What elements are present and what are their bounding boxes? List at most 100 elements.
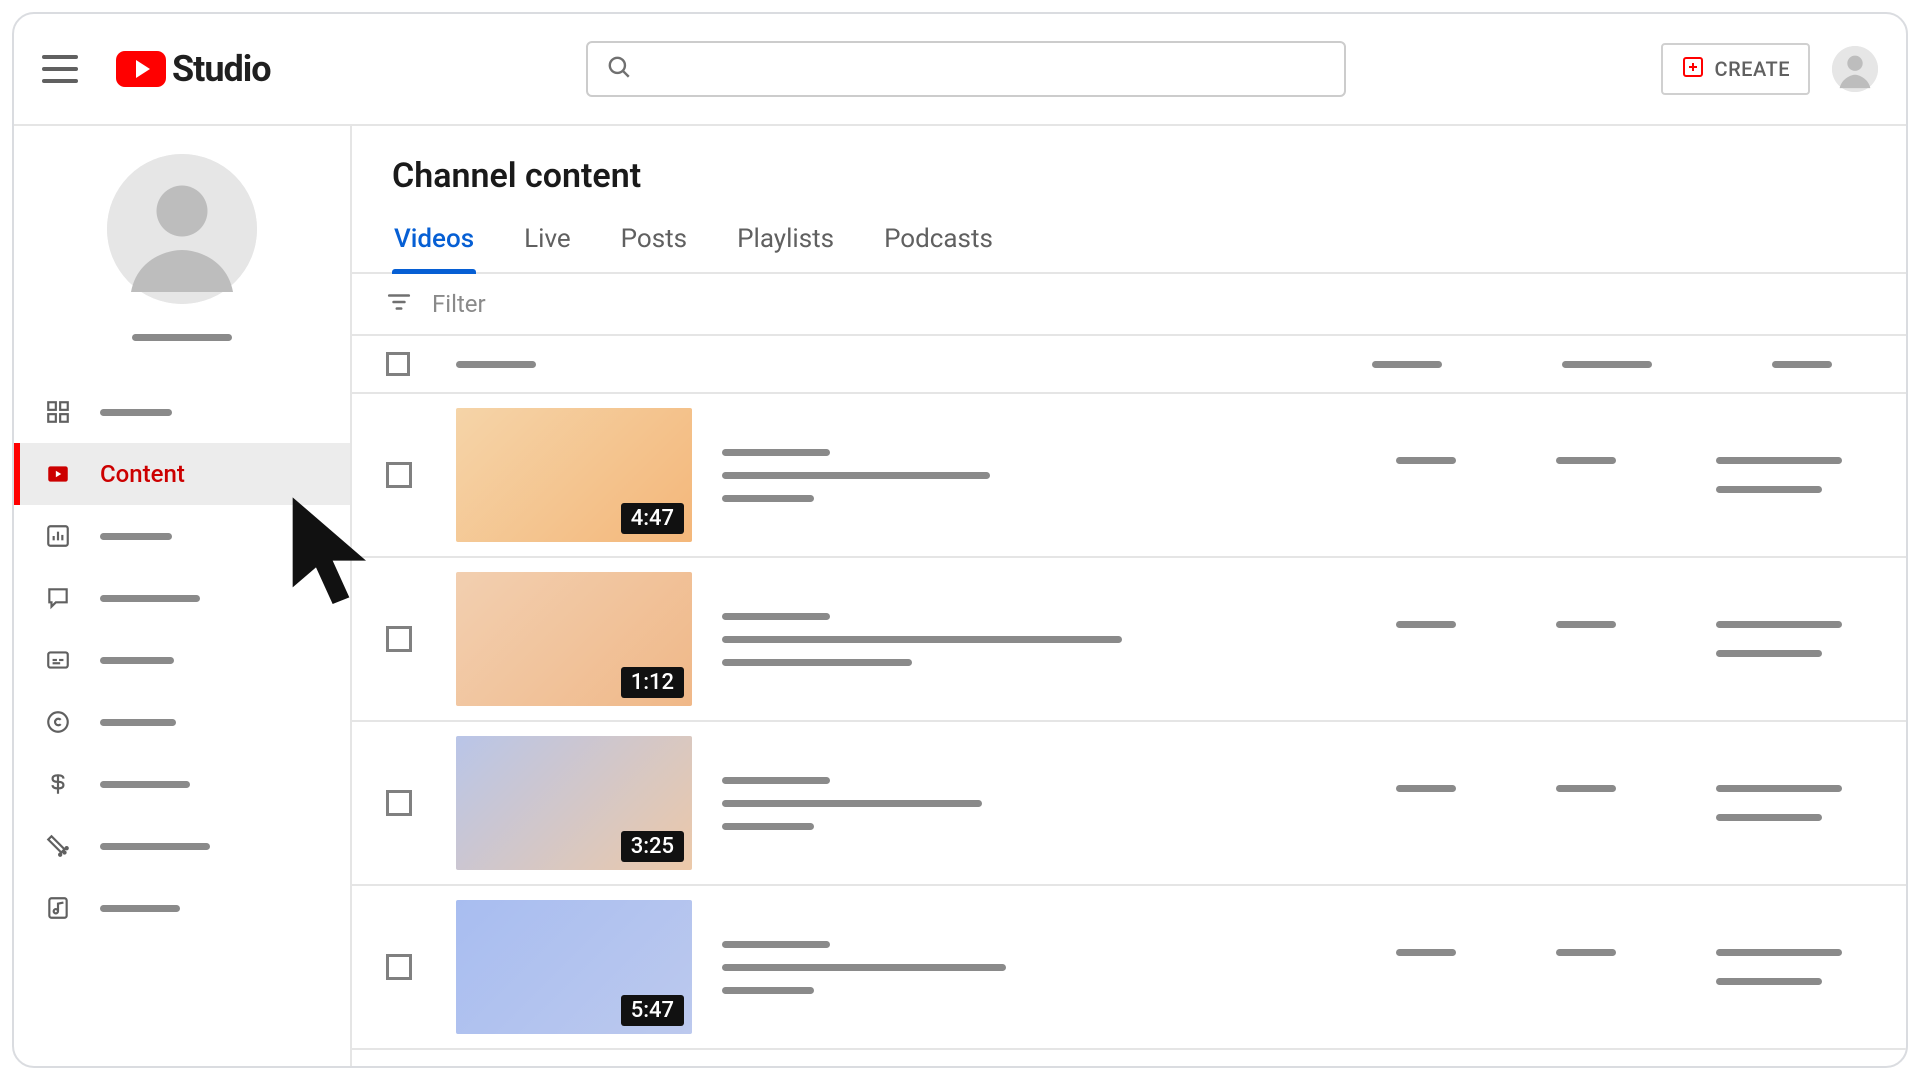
video-meta (722, 941, 1396, 994)
dashboard-icon (44, 398, 72, 426)
logo[interactable]: Studio (116, 48, 271, 90)
video-meta (722, 449, 1396, 502)
tabs: Videos Live Posts Playlists Podcasts (352, 214, 1906, 274)
column-video-header (456, 361, 536, 368)
search-box[interactable] (586, 41, 1346, 97)
video-meta (722, 777, 1396, 830)
video-duration: 3:25 (621, 831, 684, 862)
tab-live[interactable]: Live (522, 214, 573, 272)
sidebar-item-label-placeholder (100, 905, 180, 912)
header: Studio CREATE (14, 14, 1906, 126)
tab-videos[interactable]: Videos (392, 214, 476, 272)
video-thumbnail[interactable]: 3:25 (456, 736, 692, 870)
stat-placeholder (1396, 621, 1456, 628)
audio-icon (44, 894, 72, 922)
search-container (295, 41, 1637, 97)
stat-placeholder (1716, 785, 1842, 792)
column-header (1562, 361, 1652, 368)
select-all-checkbox[interactable] (386, 352, 410, 376)
sidebar-item-content[interactable]: Content (14, 443, 350, 505)
sidebar-item-dashboard[interactable] (14, 381, 350, 443)
create-icon (1681, 55, 1705, 84)
video-row[interactable]: 5:47 (352, 886, 1906, 1050)
stat-placeholder (1716, 650, 1822, 657)
sidebar-item-comments[interactable] (14, 567, 350, 629)
stat-placeholder (1716, 457, 1842, 464)
filter-row[interactable]: Filter (352, 274, 1906, 336)
create-button[interactable]: CREATE (1661, 43, 1810, 95)
sidebar-item-label-placeholder (100, 843, 210, 850)
channel-block (14, 154, 350, 381)
video-meta (722, 613, 1396, 666)
sidebar-item-label-placeholder (100, 533, 172, 540)
video-thumbnail[interactable]: 5:47 (456, 900, 692, 1034)
stat-placeholder (1556, 785, 1616, 792)
search-input[interactable] (646, 58, 1326, 81)
filter-icon (386, 289, 412, 319)
row-checkbox[interactable] (386, 462, 412, 488)
table-header (352, 336, 1906, 394)
sidebar: Content (14, 126, 352, 1066)
copyright-icon (44, 708, 72, 736)
subtitles-icon (44, 646, 72, 674)
stat-placeholder (1556, 457, 1616, 464)
main: Channel content VideosLivePostsPlaylists… (352, 126, 1906, 1066)
video-title-placeholder (722, 613, 830, 620)
video-duration: 1:12 (621, 667, 684, 698)
video-row[interactable]: 4:47 (352, 394, 1906, 558)
header-actions: CREATE (1661, 43, 1878, 95)
channel-name-placeholder (132, 334, 232, 341)
sidebar-item-label-placeholder (100, 781, 190, 788)
stat-placeholder (1396, 949, 1456, 956)
tab-podcasts[interactable]: Podcasts (882, 214, 995, 272)
sidebar-item-subtitles[interactable] (14, 629, 350, 691)
video-row[interactable]: 3:25 (352, 722, 1906, 886)
video-stats (1396, 457, 1842, 493)
tab-posts[interactable]: Posts (619, 214, 689, 272)
body: Content Channel content VideosLivePostsP… (14, 126, 1906, 1066)
column-header (1772, 361, 1832, 368)
video-duration: 5:47 (621, 995, 684, 1026)
sidebar-item-customize[interactable] (14, 815, 350, 877)
stat-placeholder (1716, 978, 1822, 985)
sidebar-item-label-placeholder (100, 719, 176, 726)
row-checkbox[interactable] (386, 626, 412, 652)
stat-placeholder (1396, 785, 1456, 792)
tab-playlists[interactable]: Playlists (735, 214, 836, 272)
stat-placeholder (1716, 949, 1842, 956)
video-duration: 4:47 (621, 503, 684, 534)
video-desc-placeholder (722, 823, 814, 830)
video-row[interactable]: 1:12 (352, 558, 1906, 722)
sidebar-item-analytics[interactable] (14, 505, 350, 567)
row-checkbox[interactable] (386, 954, 412, 980)
video-title-placeholder (722, 449, 830, 456)
video-desc-placeholder (722, 472, 990, 479)
video-desc-placeholder (722, 636, 1122, 643)
video-desc-placeholder (722, 659, 912, 666)
menu-icon[interactable] (42, 55, 78, 83)
earn-icon (44, 770, 72, 798)
video-list: 4:47 1:12 (352, 394, 1906, 1066)
app-window: Studio CREATE (12, 12, 1908, 1068)
sidebar-item-label: Content (100, 460, 185, 488)
sidebar-item-earn[interactable] (14, 753, 350, 815)
channel-avatar[interactable] (107, 154, 257, 304)
video-desc-placeholder (722, 987, 814, 994)
row-checkbox[interactable] (386, 790, 412, 816)
nav: Content (14, 381, 350, 939)
video-thumbnail[interactable]: 1:12 (456, 572, 692, 706)
create-label: CREATE (1715, 57, 1790, 81)
sidebar-item-label-placeholder (100, 657, 174, 664)
stat-placeholder (1716, 814, 1822, 821)
filter-label: Filter (432, 290, 486, 318)
logo-text: Studio (172, 48, 271, 90)
video-thumbnail[interactable]: 4:47 (456, 408, 692, 542)
stat-placeholder (1556, 949, 1616, 956)
sidebar-item-copyright[interactable] (14, 691, 350, 753)
column-header (1372, 361, 1442, 368)
video-desc-placeholder (722, 800, 982, 807)
search-icon (606, 54, 632, 84)
video-desc-placeholder (722, 964, 1006, 971)
sidebar-item-audio[interactable] (14, 877, 350, 939)
account-avatar[interactable] (1832, 46, 1878, 92)
